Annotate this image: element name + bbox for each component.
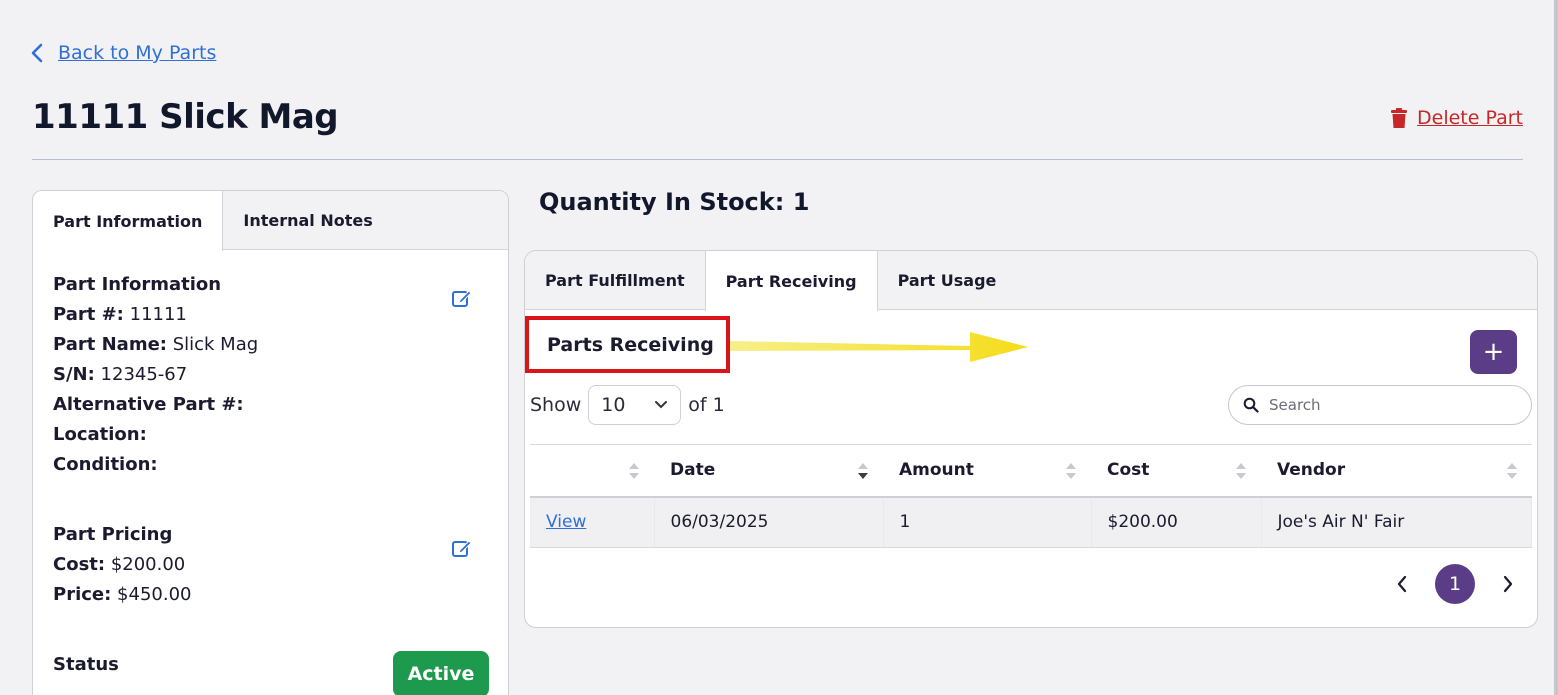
table-cell-amount: 1 bbox=[883, 496, 1092, 548]
tab-part-fulfillment[interactable]: Part Fulfillment bbox=[525, 251, 705, 309]
field-label: Location: bbox=[53, 424, 147, 445]
search-input[interactable] bbox=[1269, 396, 1509, 414]
view-link[interactable]: View bbox=[546, 512, 586, 532]
table-header-row: Date Amount Cost Vendor bbox=[530, 444, 1532, 498]
column-label: Vendor bbox=[1277, 460, 1346, 481]
sort-descending-icon bbox=[858, 463, 868, 479]
part-details-tabs: Part Information Internal Notes bbox=[33, 191, 508, 251]
condition-row: Condition: bbox=[53, 450, 258, 480]
next-page-icon[interactable] bbox=[1501, 574, 1515, 594]
sort-icon bbox=[1506, 463, 1517, 479]
field-value: $450.00 bbox=[111, 584, 192, 605]
part-pricing-heading: Part Pricing bbox=[53, 524, 173, 545]
field-label: Condition: bbox=[53, 454, 158, 475]
table-cell-date: 06/03/2025 bbox=[654, 496, 884, 548]
field-label: S/N: bbox=[53, 364, 95, 385]
delete-part-button[interactable]: Delete Part bbox=[1390, 107, 1523, 129]
field-label: Alternative Part #: bbox=[53, 394, 244, 415]
search-box[interactable] bbox=[1228, 385, 1532, 425]
part-name-row: Part Name: Slick Mag bbox=[53, 330, 258, 360]
chevron-left-icon bbox=[31, 43, 43, 63]
show-label: Show bbox=[530, 394, 582, 416]
tab-part-receiving[interactable]: Part Receiving bbox=[704, 251, 878, 311]
alternative-part-row: Alternative Part #: bbox=[53, 390, 258, 420]
status-badge[interactable]: Active bbox=[393, 651, 489, 695]
back-link[interactable]: Back to My Parts bbox=[30, 42, 216, 64]
status-heading: Status bbox=[53, 654, 119, 675]
sort-icon bbox=[1066, 463, 1076, 479]
table-cell-vendor: Joe's Air N' Fair bbox=[1261, 496, 1532, 548]
part-details-card: Part Information Internal Notes Part Inf… bbox=[32, 190, 509, 695]
location-row: Location: bbox=[53, 420, 258, 450]
page-scrollbar[interactable] bbox=[1554, 0, 1558, 695]
column-header-cost[interactable]: Cost bbox=[1091, 444, 1261, 498]
sort-icon bbox=[1236, 463, 1246, 479]
back-link-label[interactable]: Back to My Parts bbox=[58, 42, 216, 64]
pagination: 1 bbox=[1395, 564, 1515, 604]
part-activity-card: Part Fulfillment Part Receiving Part Usa… bbox=[524, 250, 1538, 628]
delete-part-label[interactable]: Delete Part bbox=[1417, 107, 1523, 129]
search-icon bbox=[1243, 397, 1259, 413]
part-information-heading: Part Information bbox=[53, 274, 222, 295]
field-value: $200.00 bbox=[105, 554, 186, 575]
part-information-section: Part Information Part #: 11111 Part Name… bbox=[53, 270, 258, 480]
annotation-arrow bbox=[730, 332, 1028, 362]
page-size-control: Show 10 of 1 bbox=[530, 385, 725, 425]
field-label: Cost: bbox=[53, 554, 106, 575]
page-size-select[interactable]: 10 bbox=[588, 385, 682, 425]
field-value: Slick Mag bbox=[166, 334, 259, 355]
part-number-row: Part #: 11111 bbox=[53, 300, 258, 330]
column-header-action[interactable] bbox=[530, 444, 654, 498]
field-label: Part Name: bbox=[53, 334, 167, 355]
trash-icon bbox=[1391, 107, 1408, 128]
tab-internal-notes[interactable]: Internal Notes bbox=[223, 191, 392, 249]
field-value: 11111 bbox=[123, 304, 187, 325]
column-label: Date bbox=[670, 460, 716, 481]
column-header-date[interactable]: Date bbox=[654, 444, 883, 498]
part-activity-tabs: Part Fulfillment Part Receiving Part Usa… bbox=[525, 251, 1537, 311]
edit-pricing-icon[interactable] bbox=[451, 537, 473, 559]
parts-receiving-title: Parts Receiving bbox=[525, 316, 730, 373]
receiving-table: Date Amount Cost Vendor View 06/03/2025 … bbox=[530, 444, 1532, 548]
cost-row: Cost: $200.00 bbox=[53, 550, 191, 580]
page-number-button[interactable]: 1 bbox=[1435, 564, 1475, 604]
edit-part-info-icon[interactable] bbox=[451, 287, 473, 309]
column-label: Cost bbox=[1107, 460, 1150, 481]
tab-part-usage[interactable]: Part Usage bbox=[878, 251, 1017, 309]
field-label: Price: bbox=[53, 584, 112, 605]
serial-number-row: S/N: 12345-67 bbox=[53, 360, 258, 390]
field-label: Part #: bbox=[53, 304, 124, 325]
column-header-amount[interactable]: Amount bbox=[883, 444, 1091, 498]
previous-page-icon[interactable] bbox=[1395, 574, 1409, 594]
column-header-vendor[interactable]: Vendor bbox=[1261, 444, 1532, 498]
quantity-in-stock: Quantity In Stock: 1 bbox=[539, 188, 810, 216]
page-size-value: 10 bbox=[601, 394, 626, 416]
field-value: 12345-67 bbox=[94, 364, 188, 385]
add-receiving-button[interactable]: + bbox=[1470, 330, 1517, 374]
table-cell-cost: $200.00 bbox=[1091, 496, 1262, 548]
status-section: Status bbox=[53, 650, 119, 680]
column-label: Amount bbox=[899, 460, 974, 481]
table-cell-action: View bbox=[530, 496, 655, 548]
tab-part-information[interactable]: Part Information bbox=[33, 191, 224, 251]
part-pricing-section: Part Pricing Cost: $200.00 Price: $450.0… bbox=[53, 520, 191, 610]
sort-icon bbox=[629, 463, 639, 479]
header-divider bbox=[32, 159, 1523, 160]
page-title: 11111 Slick Mag bbox=[32, 97, 339, 137]
page-count-label: of 1 bbox=[688, 394, 725, 416]
chevron-down-icon bbox=[655, 401, 668, 409]
price-row: Price: $450.00 bbox=[53, 580, 191, 610]
table-row: View 06/03/2025 1 $200.00 Joe's Air N' F… bbox=[530, 496, 1532, 548]
